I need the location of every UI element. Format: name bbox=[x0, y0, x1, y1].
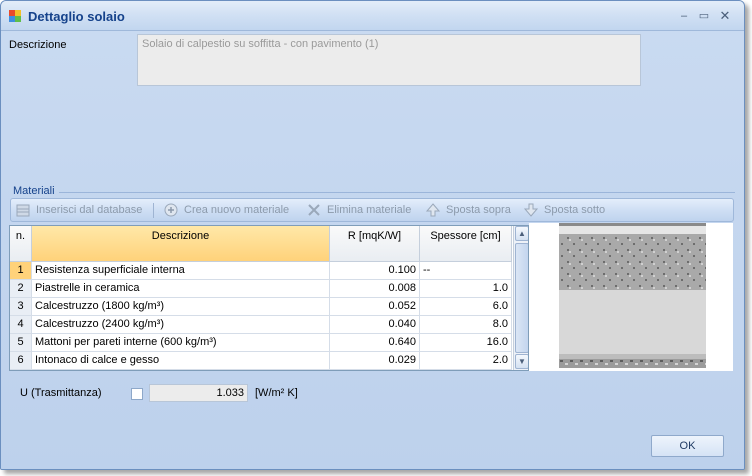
dettaglio-solaio-window: Dettaglio solaio – ▭ ✕ Descrizione Solai… bbox=[0, 0, 745, 470]
scroll-down-icon[interactable]: ▼ bbox=[515, 354, 528, 369]
cell-spessore[interactable]: 6.0 bbox=[420, 298, 512, 316]
row-number: 4 bbox=[10, 316, 32, 334]
create-material-button[interactable]: Crea nuovo materiale bbox=[163, 199, 289, 221]
maximize-button[interactable]: ▭ bbox=[696, 8, 712, 24]
row-number: 1 bbox=[10, 262, 32, 280]
add-icon bbox=[164, 203, 178, 217]
column-header-spessore[interactable]: Spessore [cm] bbox=[420, 226, 512, 262]
cell-spessore[interactable]: 8.0 bbox=[420, 316, 512, 334]
cell-r[interactable]: 0.040 bbox=[330, 316, 420, 334]
row-number: 6 bbox=[10, 352, 32, 370]
row-number: 5 bbox=[10, 334, 32, 352]
cell-descrizione[interactable]: Calcestruzzo (2400 kg/m³) bbox=[32, 316, 330, 334]
move-up-label: Sposta sopra bbox=[446, 204, 511, 216]
table-row[interactable]: 5 Mattoni per pareti interne (600 kg/m³)… bbox=[10, 334, 512, 352]
title-bar[interactable]: Dettaglio solaio – ▭ ✕ bbox=[1, 1, 744, 31]
row-number: 3 bbox=[10, 298, 32, 316]
scroll-up-icon[interactable]: ▲ bbox=[515, 226, 528, 241]
cell-r[interactable]: 0.008 bbox=[330, 280, 420, 298]
cell-spessore[interactable]: 16.0 bbox=[420, 334, 512, 352]
create-label: Crea nuovo materiale bbox=[184, 204, 290, 216]
cell-spessore[interactable]: 1.0 bbox=[420, 280, 512, 298]
cell-r[interactable]: 0.640 bbox=[330, 334, 420, 352]
column-header-r[interactable]: R [mqK/W] bbox=[330, 226, 420, 262]
cell-r[interactable]: 0.100 bbox=[330, 262, 420, 280]
scroll-thumb[interactable] bbox=[515, 243, 528, 353]
table-row[interactable]: 4 Calcestruzzo (2400 kg/m³) 0.040 8.0 bbox=[10, 316, 512, 334]
grid-scrollbar[interactable]: ▲ ▼ bbox=[513, 226, 528, 370]
layers-image bbox=[559, 223, 706, 368]
cell-spessore[interactable]: -- bbox=[420, 262, 512, 280]
table-row[interactable]: 3 Calcestruzzo (1800 kg/m³) 0.052 6.0 bbox=[10, 298, 512, 316]
arrow-up-icon bbox=[425, 203, 441, 217]
app-icon bbox=[9, 10, 21, 22]
trasmittanza-field[interactable]: 1.033 bbox=[149, 384, 248, 402]
cell-descrizione[interactable]: Resistenza superficiale interna bbox=[32, 262, 330, 280]
materiali-grid[interactable]: n. Descrizione R [mqK/W] Spessore [cm] 1… bbox=[9, 225, 529, 371]
column-header-descrizione[interactable]: Descrizione bbox=[32, 226, 330, 262]
row-number: 2 bbox=[10, 280, 32, 298]
cell-r[interactable]: 0.052 bbox=[330, 298, 420, 316]
move-down-label: Sposta sotto bbox=[544, 204, 606, 216]
window-title: Dettaglio solaio bbox=[28, 9, 125, 24]
ok-button[interactable]: OK bbox=[651, 435, 724, 457]
cell-r[interactable]: 0.029 bbox=[330, 352, 420, 370]
trasmittanza-unit: [W/m² K] bbox=[255, 387, 298, 399]
table-row[interactable]: 2 Piastrelle in ceramica 0.008 1.0 bbox=[10, 280, 512, 298]
cell-descrizione[interactable]: Mattoni per pareti interne (600 kg/m³) bbox=[32, 334, 330, 352]
materiali-divider bbox=[59, 192, 735, 193]
cell-spessore[interactable]: 2.0 bbox=[420, 352, 512, 370]
descrizione-label: Descrizione bbox=[9, 39, 67, 51]
insert-label: Inserisci dal database bbox=[36, 204, 143, 216]
table-row[interactable]: 6 Intonaco di calce e gesso 0.029 2.0 bbox=[10, 352, 512, 370]
database-icon bbox=[16, 204, 30, 217]
toolbar-separator bbox=[153, 203, 154, 218]
materiali-toolbar: Inserisci dal database Crea nuovo materi… bbox=[10, 198, 734, 222]
materiali-title: Materiali bbox=[13, 185, 55, 197]
delete-material-button[interactable]: Elimina materiale bbox=[306, 199, 411, 221]
move-up-button[interactable]: Sposta sopra bbox=[425, 199, 511, 221]
delete-icon bbox=[308, 204, 320, 216]
close-button[interactable]: ✕ bbox=[717, 8, 733, 24]
table-row[interactable]: 1 Resistenza superficiale interna 0.100 … bbox=[10, 262, 512, 280]
column-header-n[interactable]: n. bbox=[10, 226, 32, 262]
minimize-button[interactable]: – bbox=[676, 8, 692, 24]
descrizione-field[interactable]: Solaio di calpestio su soffitta - con pa… bbox=[137, 34, 641, 86]
trasmittanza-checkbox[interactable] bbox=[131, 388, 143, 400]
cell-descrizione[interactable]: Intonaco di calce e gesso bbox=[32, 352, 330, 370]
trasmittanza-label: U (Trasmittanza) bbox=[20, 387, 102, 399]
insert-from-database-button[interactable]: Inserisci dal database bbox=[15, 199, 142, 221]
arrow-down-icon bbox=[523, 203, 539, 217]
cell-descrizione[interactable]: Piastrelle in ceramica bbox=[32, 280, 330, 298]
cell-descrizione[interactable]: Calcestruzzo (1800 kg/m³) bbox=[32, 298, 330, 316]
delete-label: Elimina materiale bbox=[327, 204, 412, 216]
move-down-button[interactable]: Sposta sotto bbox=[523, 199, 605, 221]
stratigraphy-preview bbox=[529, 223, 733, 371]
